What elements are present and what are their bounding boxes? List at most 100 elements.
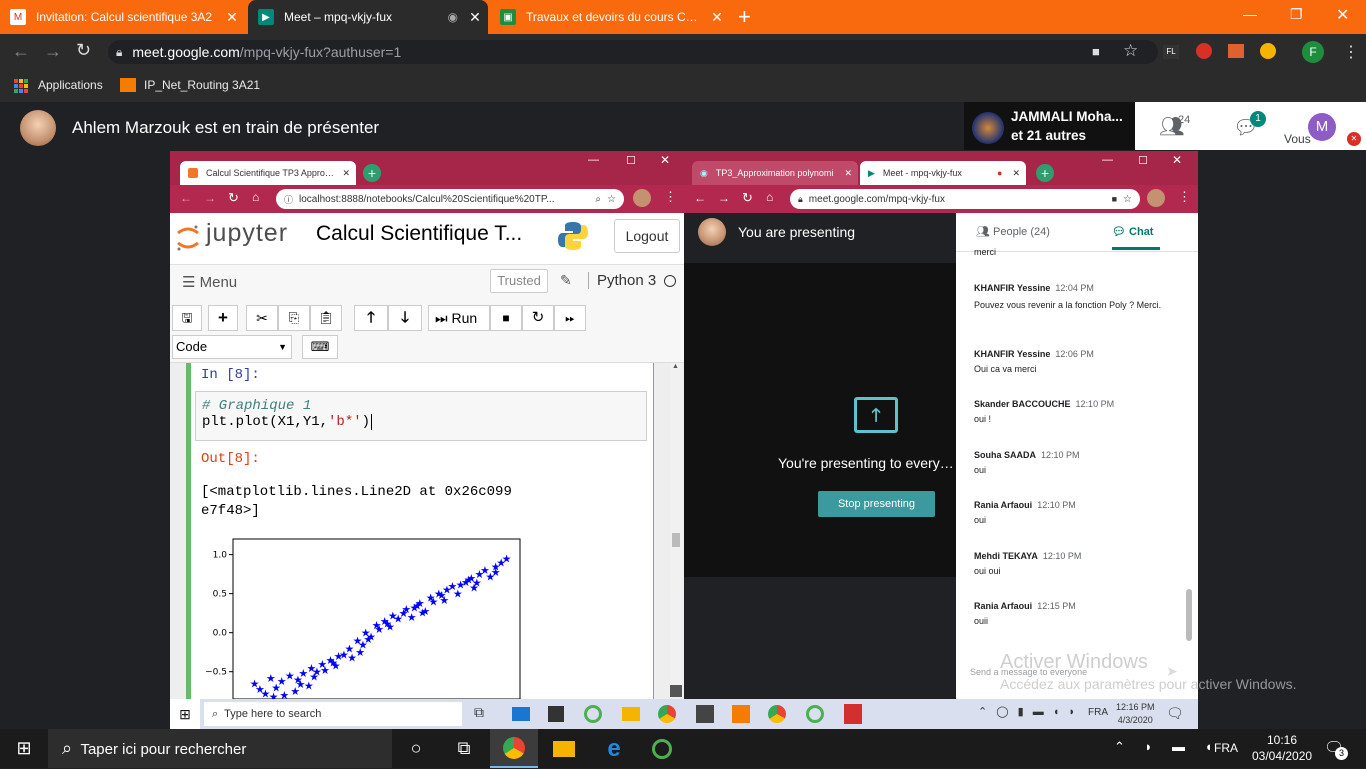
extension-fl-icon[interactable]: FL bbox=[1163, 45, 1179, 59]
minimize-button[interactable]: — bbox=[1102, 154, 1113, 166]
inner-profile-avatar[interactable] bbox=[1147, 189, 1165, 207]
refresh-app-icon[interactable] bbox=[584, 705, 602, 723]
chat-scrollbar[interactable] bbox=[1186, 589, 1192, 641]
system-tray-icons[interactable]: ⌃ ◯ ▮ ▬ ◖ ◗ bbox=[978, 705, 1078, 718]
back-arrow-icon[interactable]: ← bbox=[180, 191, 192, 205]
close-icon[interactable]: ✕ bbox=[342, 168, 350, 179]
tab-chat[interactable]: 💬︎ Chat bbox=[1112, 225, 1153, 238]
camera-icon[interactable]: ■ bbox=[1092, 44, 1100, 59]
refresh-app-icon[interactable] bbox=[806, 705, 824, 723]
store-icon[interactable] bbox=[548, 706, 564, 722]
chrome-icon[interactable] bbox=[768, 705, 786, 723]
close-window-button[interactable]: ✕ bbox=[1336, 5, 1349, 25]
chrome-taskbar-button[interactable] bbox=[490, 729, 538, 768]
close-icon[interactable]: ✕ bbox=[1012, 168, 1020, 179]
edge-icon[interactable]: e bbox=[590, 729, 638, 768]
close-icon[interactable]: ✕ bbox=[219, 9, 245, 26]
home-icon[interactable]: ⌂ bbox=[252, 190, 259, 204]
tab-classroom[interactable]: ▣ Travaux et devoirs du cours Calcu ✕ bbox=[490, 0, 730, 34]
close-icon[interactable]: ✕ bbox=[704, 9, 730, 26]
tab-meet-inner[interactable]: ▶ Meet - mpq-vkjy-fux ● ✕ bbox=[860, 161, 1026, 185]
pdf-icon[interactable] bbox=[844, 704, 862, 724]
inner-address-bar[interactable]: 🔒︎ meet.google.com/mpq-vkjy-fux ■ ☆ bbox=[790, 189, 1140, 209]
back-arrow-icon[interactable]: ← bbox=[12, 41, 30, 62]
zoom-icon[interactable]: ⌕ bbox=[595, 194, 601, 205]
forward-arrow-icon[interactable]: → bbox=[718, 191, 730, 205]
back-arrow-icon[interactable]: ← bbox=[694, 191, 706, 205]
address-bar[interactable]: 🔒︎ meet.google.com/mpq-vkjy-fux?authuser… bbox=[108, 40, 1158, 64]
star-icon[interactable]: ☆ bbox=[607, 194, 616, 205]
scrollbar-thumb[interactable] bbox=[672, 533, 680, 547]
more-vert-icon[interactable]: ⋮ bbox=[664, 189, 677, 205]
maximize-button[interactable]: ☐ bbox=[626, 154, 636, 167]
keyboard-icon[interactable]: ⌨ bbox=[302, 335, 338, 359]
app-icon[interactable] bbox=[696, 705, 714, 723]
chrome-icon[interactable] bbox=[658, 705, 676, 723]
maximize-button[interactable]: ☐ bbox=[1138, 154, 1148, 167]
tab-gmail-invitation[interactable]: M Invitation: Calcul scientifique 3A2 ✕ bbox=[0, 0, 245, 34]
extension-emoji-icon[interactable] bbox=[1260, 43, 1276, 59]
notebook-title[interactable]: Calcul Scientifique T... bbox=[316, 222, 522, 246]
fast-forward-icon[interactable]: ⏩︎ bbox=[554, 305, 586, 331]
tab-tp3-approximation[interactable]: ◉ TP3_Approximation polynomi ✕ bbox=[692, 161, 858, 185]
save-icon[interactable]: 🖫︎ bbox=[172, 305, 202, 331]
extension-hand-icon[interactable] bbox=[1196, 43, 1212, 59]
move-down-icon[interactable]: 🡓 bbox=[388, 305, 422, 331]
cut-icon[interactable]: ✂ bbox=[246, 305, 278, 331]
new-tab-button[interactable]: + bbox=[1036, 164, 1054, 182]
new-tab-button[interactable]: + bbox=[738, 4, 751, 30]
new-tab-button[interactable]: + bbox=[363, 164, 381, 182]
edit-pencil-icon[interactable]: ✎ bbox=[560, 272, 572, 289]
jupyter-logo-text[interactable]: jupyter bbox=[206, 219, 288, 248]
tab-people[interactable]: 👥︎ People (24) bbox=[976, 225, 1050, 238]
stop-presenting-button[interactable]: Stop presenting bbox=[818, 491, 935, 517]
menu-button[interactable]: ☰ Menu bbox=[182, 273, 237, 291]
interrupt-icon[interactable]: ■ bbox=[490, 305, 522, 331]
forward-arrow-icon[interactable]: → bbox=[44, 41, 62, 62]
restart-icon[interactable]: ↻ bbox=[522, 305, 554, 331]
close-icon[interactable]: ✕ bbox=[462, 9, 488, 26]
bookmark-ip-net-routing[interactable]: IP_Net_Routing 3A21 bbox=[144, 78, 260, 92]
tab-jupyter[interactable]: Calcul Scientifique TP3 Approxim ✕ bbox=[180, 161, 356, 185]
windows-start-icon[interactable]: ⊞ bbox=[170, 699, 200, 729]
taskbar-search-box[interactable]: ⌕ Taper ici pour rechercher bbox=[48, 729, 392, 768]
app-orange-icon[interactable] bbox=[732, 705, 750, 723]
camera-icon[interactable]: ■ bbox=[1112, 194, 1117, 204]
more-vert-icon[interactable]: ⋮ bbox=[1178, 189, 1191, 205]
maximize-button[interactable]: ❐ bbox=[1290, 6, 1303, 23]
reload-icon[interactable]: ↻ bbox=[228, 190, 239, 206]
notification-icon[interactable]: 🗨︎ bbox=[1166, 705, 1184, 722]
scrollbar[interactable]: ▲ bbox=[670, 363, 682, 685]
reload-icon[interactable]: ↻ bbox=[742, 190, 753, 206]
cell-type-select[interactable]: Code ▼ bbox=[172, 335, 292, 359]
home-icon[interactable]: ⌂ bbox=[766, 190, 773, 204]
move-up-icon[interactable]: 🡑 bbox=[354, 305, 388, 331]
paste-icon[interactable]: 📋︎ bbox=[310, 305, 342, 331]
star-icon[interactable]: ☆ bbox=[1123, 41, 1138, 61]
forward-arrow-icon[interactable]: → bbox=[204, 191, 216, 205]
task-view-icon[interactable]: ⧉ bbox=[474, 704, 484, 721]
inner-profile-avatar[interactable] bbox=[633, 189, 651, 207]
language-indicator[interactable]: FRA bbox=[1214, 741, 1238, 755]
inner-search-box[interactable]: ⌕ Type here to search bbox=[204, 702, 462, 726]
windows-start-icon[interactable]: ⊞ bbox=[0, 729, 48, 768]
cortana-icon[interactable]: ○ bbox=[392, 729, 440, 768]
logout-button[interactable]: Logout bbox=[614, 219, 680, 253]
participant-tile[interactable]: JAMMALI Moha... et 21 autres bbox=[964, 102, 1135, 150]
minimize-button[interactable]: — bbox=[1243, 6, 1257, 22]
task-view-icon[interactable]: ⧉ bbox=[440, 729, 488, 768]
clock[interactable]: 10:16 03/04/2020 bbox=[1252, 732, 1312, 764]
trusted-indicator[interactable]: Trusted bbox=[490, 269, 548, 293]
inner-address-bar[interactable]: ⓘ localhost:8888/notebooks/Calcul%20Scie… bbox=[276, 189, 624, 209]
system-tray-icons[interactable]: ⌃ ◗ ▬ ◖ bbox=[1114, 739, 1220, 755]
star-icon[interactable]: ☆ bbox=[1123, 194, 1132, 205]
code-editor[interactable]: # Graphique 1 plt.plot(X1,Y1,'b*') bbox=[195, 391, 647, 441]
self-avatar[interactable]: M bbox=[1308, 113, 1336, 141]
extension-box-icon[interactable] bbox=[1228, 44, 1244, 58]
close-window-button[interactable]: ✕ bbox=[1172, 153, 1182, 167]
file-explorer-taskbar-button[interactable] bbox=[540, 729, 588, 768]
close-window-button[interactable]: ✕ bbox=[660, 153, 670, 167]
file-explorer-icon[interactable] bbox=[622, 707, 640, 721]
more-vert-icon[interactable]: ⋮ bbox=[1343, 42, 1359, 62]
profile-avatar[interactable]: F bbox=[1302, 41, 1324, 63]
